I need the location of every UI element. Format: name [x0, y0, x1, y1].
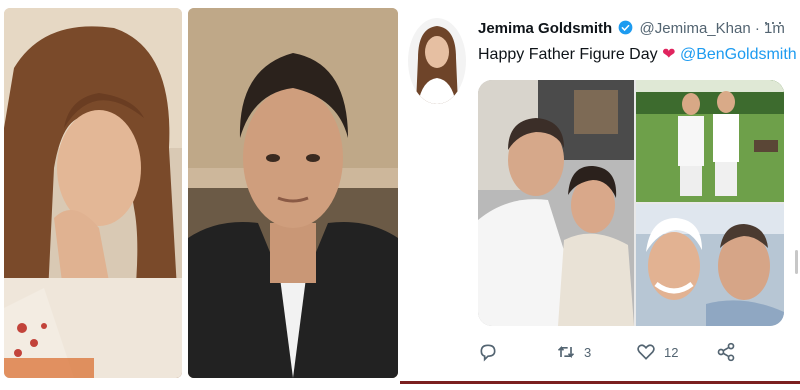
reply-button[interactable] [478, 342, 498, 362]
like-button[interactable]: 12 [636, 342, 678, 362]
share-button[interactable] [716, 342, 736, 362]
author-name[interactable]: Jemima Goldsmith [478, 20, 612, 37]
woman-portrait-photo [4, 8, 182, 378]
scrollbar[interactable] [795, 250, 798, 274]
avatar[interactable] [408, 18, 466, 104]
tweet-card[interactable]: Jemima Goldsmith @Jemima_Khan · 1m ··· H… [400, 0, 800, 390]
tweet-text: Happy Father Figure Day ❤ @BenGoldsmith [478, 44, 797, 64]
more-options-icon[interactable]: ··· [763, 12, 784, 33]
mention-link[interactable]: @BenGoldsmith [680, 46, 797, 63]
red-heart-emoji: ❤ [662, 46, 676, 63]
bottom-divider [400, 381, 800, 384]
author-handle[interactable]: @Jemima_Khan [640, 20, 751, 37]
retweet-icon [557, 345, 575, 359]
heart-icon [637, 344, 655, 360]
retweet-count: 3 [584, 344, 592, 360]
share-icon [717, 342, 735, 362]
tweet-media-grid [478, 80, 784, 326]
media-photo-cricket[interactable] [636, 80, 784, 202]
reply-icon [480, 344, 496, 362]
tweet-header: Jemima Goldsmith @Jemima_Khan · 1m [478, 20, 785, 37]
like-count: 12 [664, 344, 679, 360]
verified-badge-icon [618, 20, 633, 35]
media-photo-hospital[interactable] [636, 204, 784, 326]
retweet-button[interactable]: 3 [556, 342, 591, 362]
man-portrait-photo [188, 8, 398, 378]
tweet-body: Happy Father Figure Day [478, 46, 658, 63]
tweet-actions: 3 12 [478, 340, 778, 368]
media-photo-selfie[interactable] [478, 80, 634, 326]
time-separator: · [754, 20, 760, 37]
